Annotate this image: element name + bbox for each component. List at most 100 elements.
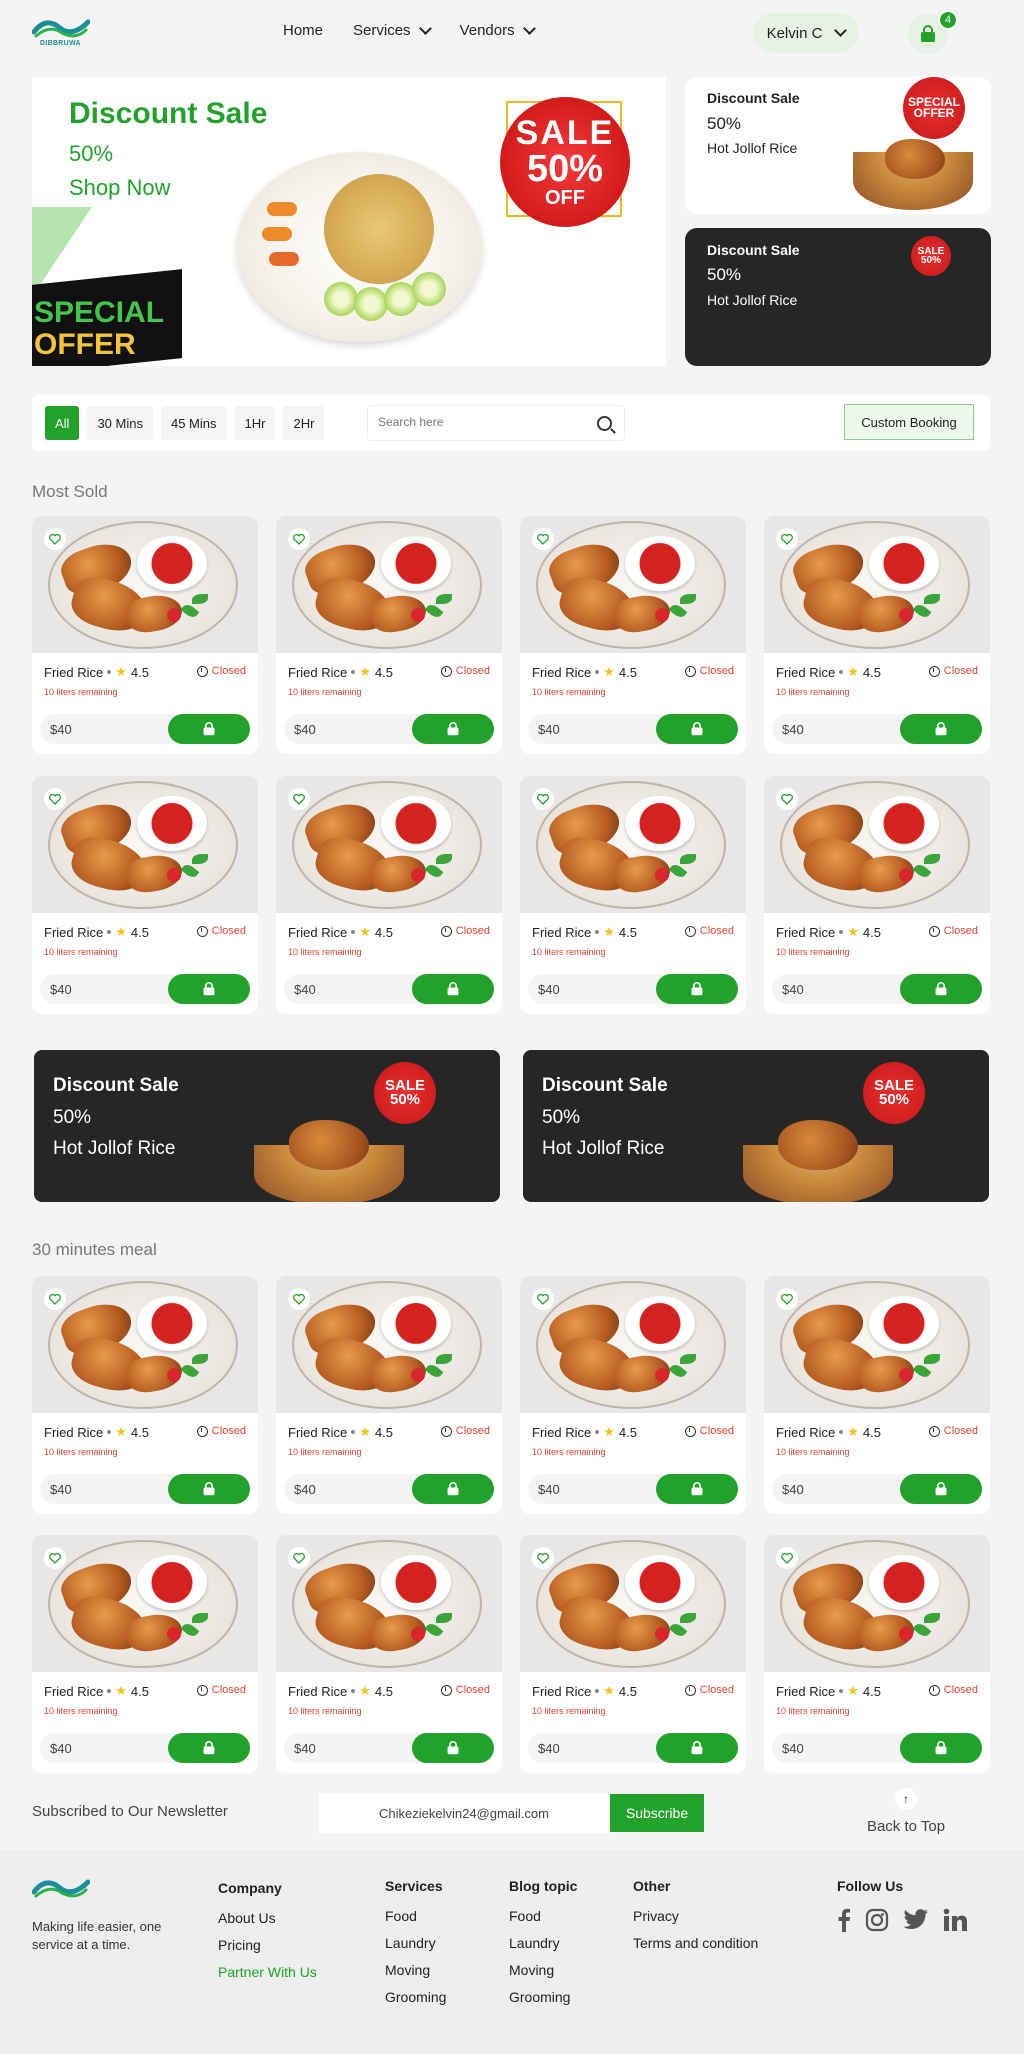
clock-icon bbox=[928, 1684, 940, 1696]
subscribe-button[interactable]: Subscribe bbox=[610, 1794, 704, 1832]
nav-home[interactable]: Home bbox=[283, 22, 323, 39]
promo-card-sale[interactable]: Discount Sale 50% Hot Jollof Rice SALE 5… bbox=[685, 228, 991, 366]
footer-link-terms[interactable]: Terms and condition bbox=[633, 1935, 758, 1951]
product-card[interactable]: Fried Rice ★ 4.5 Closed 10 liters remain… bbox=[32, 1276, 258, 1514]
hero-banner[interactable]: Discount Sale 50% Shop Now SALE 50% OFF … bbox=[32, 77, 666, 366]
favorite-button[interactable] bbox=[288, 1288, 310, 1310]
add-to-cart-button[interactable] bbox=[656, 1474, 738, 1504]
filter-all[interactable]: All bbox=[45, 406, 80, 440]
footer-link-about-us[interactable]: About Us bbox=[218, 1910, 317, 1926]
add-to-cart-button[interactable] bbox=[168, 714, 250, 744]
add-to-cart-button[interactable] bbox=[900, 714, 982, 744]
nav-vendors[interactable]: Vendors bbox=[460, 21, 536, 39]
product-card[interactable]: Fried Rice ★ 4.5 Closed 10 liters remain… bbox=[520, 1276, 746, 1514]
linkedin-icon[interactable] bbox=[943, 1908, 967, 1932]
add-to-cart-button[interactable] bbox=[168, 1733, 250, 1763]
footer-link-food[interactable]: Food bbox=[509, 1908, 577, 1924]
product-card[interactable]: Fried Rice ★ 4.5 Closed 10 liters remain… bbox=[276, 776, 502, 1014]
filter-2hr[interactable]: 2Hr bbox=[283, 406, 325, 440]
instagram-icon[interactable] bbox=[865, 1908, 889, 1932]
footer-link-moving[interactable]: Moving bbox=[385, 1962, 446, 1978]
add-to-cart-button[interactable] bbox=[656, 714, 738, 744]
product-rating: 4.5 bbox=[618, 1424, 637, 1440]
add-to-cart-button[interactable] bbox=[412, 1474, 494, 1504]
product-status: Closed bbox=[440, 665, 490, 677]
favorite-button[interactable] bbox=[532, 1547, 554, 1569]
product-card[interactable]: Fried Rice ★ 4.5 Closed 10 liters remain… bbox=[520, 1535, 746, 1773]
product-status: Closed bbox=[196, 1425, 246, 1437]
add-to-cart-button[interactable] bbox=[168, 1474, 250, 1504]
footer-logo[interactable] bbox=[31, 1874, 91, 1912]
add-to-cart-button[interactable] bbox=[900, 974, 982, 1004]
add-to-cart-button[interactable] bbox=[412, 714, 494, 744]
user-menu[interactable]: Kelvin C bbox=[753, 13, 859, 53]
favorite-button[interactable] bbox=[44, 788, 66, 810]
product-card[interactable]: Fried Rice ★ 4.5 Closed 10 liters remain… bbox=[764, 516, 990, 754]
favorite-button[interactable] bbox=[776, 788, 798, 810]
favorite-button[interactable] bbox=[288, 788, 310, 810]
back-to-top-button[interactable]: ↑ Back to Top bbox=[856, 1788, 956, 1836]
product-card[interactable]: Fried Rice ★ 4.5 Closed 10 liters remain… bbox=[520, 516, 746, 754]
product-card[interactable]: Fried Rice ★ 4.5 Closed 10 liters remain… bbox=[32, 776, 258, 1014]
footer-link-grooming[interactable]: Grooming bbox=[509, 1989, 577, 2005]
add-to-cart-button[interactable] bbox=[412, 1733, 494, 1763]
cucumber-slice bbox=[354, 287, 388, 321]
shop-now-link[interactable]: Shop Now bbox=[69, 175, 171, 201]
facebook-icon[interactable] bbox=[837, 1908, 851, 1932]
favorite-button[interactable] bbox=[288, 1547, 310, 1569]
favorite-button[interactable] bbox=[532, 528, 554, 550]
custom-booking-button[interactable]: Custom Booking bbox=[844, 404, 974, 440]
star-icon: ★ bbox=[359, 664, 371, 679]
favorite-button[interactable] bbox=[44, 1288, 66, 1310]
shopping-bag-icon bbox=[691, 722, 703, 736]
sale-badge-text: SALE bbox=[515, 114, 615, 152]
add-to-cart-button[interactable] bbox=[656, 974, 738, 1004]
product-card[interactable]: Fried Rice ★ 4.5 Closed 10 liters remain… bbox=[32, 1535, 258, 1773]
filter-1hr[interactable]: 1Hr bbox=[234, 406, 276, 440]
star-icon: ★ bbox=[847, 1424, 859, 1439]
footer-link-laundry[interactable]: Laundry bbox=[509, 1935, 577, 1951]
newsletter-email-field[interactable]: Chikeziekelvin24@gmail.com bbox=[319, 1793, 609, 1833]
brand-logo[interactable]: DIBBRUWA bbox=[31, 14, 91, 52]
search-icon[interactable] bbox=[597, 416, 612, 431]
favorite-button[interactable] bbox=[532, 788, 554, 810]
favorite-button[interactable] bbox=[776, 1288, 798, 1310]
favorite-button[interactable] bbox=[776, 1547, 798, 1569]
search-input[interactable] bbox=[378, 415, 578, 429]
product-rating: 4.5 bbox=[374, 1683, 393, 1699]
footer-link-laundry[interactable]: Laundry bbox=[385, 1935, 446, 1951]
favorite-button[interactable] bbox=[44, 1547, 66, 1569]
footer-link-privacy[interactable]: Privacy bbox=[633, 1908, 758, 1924]
add-to-cart-button[interactable] bbox=[900, 1733, 982, 1763]
add-to-cart-button[interactable] bbox=[412, 974, 494, 1004]
filter-45-mins[interactable]: 45 Mins bbox=[160, 406, 227, 440]
favorite-button[interactable] bbox=[532, 1288, 554, 1310]
filter-30-mins[interactable]: 30 Mins bbox=[87, 406, 153, 440]
product-card[interactable]: Fried Rice ★ 4.5 Closed 10 liters remain… bbox=[276, 1535, 502, 1773]
nav-services[interactable]: Services bbox=[353, 21, 432, 39]
footer-link-partner[interactable]: Partner With Us bbox=[218, 1964, 317, 1980]
add-to-cart-button[interactable] bbox=[168, 974, 250, 1004]
favorite-button[interactable] bbox=[288, 528, 310, 550]
favorite-button[interactable] bbox=[44, 528, 66, 550]
add-to-cart-button[interactable] bbox=[656, 1733, 738, 1763]
twitter-icon[interactable] bbox=[903, 1909, 929, 1931]
cart-count-badge: 4 bbox=[938, 10, 958, 30]
product-card[interactable]: Fried Rice ★ 4.5 Closed 10 liters remain… bbox=[276, 1276, 502, 1514]
product-card[interactable]: Fried Rice ★ 4.5 Closed 10 liters remain… bbox=[32, 516, 258, 754]
product-card[interactable]: Fried Rice ★ 4.5 Closed 10 liters remain… bbox=[764, 776, 990, 1014]
promo-card-special[interactable]: Discount Sale 50% Hot Jollof Rice SPECIA… bbox=[685, 77, 991, 214]
add-to-cart-button[interactable] bbox=[900, 1474, 982, 1504]
promo-banner[interactable]: Discount Sale 50% Hot Jollof Rice SALE 5… bbox=[34, 1050, 500, 1202]
footer-link-moving[interactable]: Moving bbox=[509, 1962, 577, 1978]
product-card[interactable]: Fried Rice ★ 4.5 Closed 10 liters remain… bbox=[764, 1276, 990, 1514]
footer-link-grooming[interactable]: Grooming bbox=[385, 1989, 446, 2005]
promo-banner[interactable]: Discount Sale 50% Hot Jollof Rice SALE 5… bbox=[523, 1050, 989, 1202]
footer-link-pricing[interactable]: Pricing bbox=[218, 1937, 317, 1953]
footer-link-food[interactable]: Food bbox=[385, 1908, 446, 1924]
product-card[interactable]: Fried Rice ★ 4.5 Closed 10 liters remain… bbox=[520, 776, 746, 1014]
product-card[interactable]: Fried Rice ★ 4.5 Closed 10 liters remain… bbox=[764, 1535, 990, 1773]
cart-button[interactable]: 4 bbox=[908, 10, 958, 54]
product-card[interactable]: Fried Rice ★ 4.5 Closed 10 liters remain… bbox=[276, 516, 502, 754]
favorite-button[interactable] bbox=[776, 528, 798, 550]
